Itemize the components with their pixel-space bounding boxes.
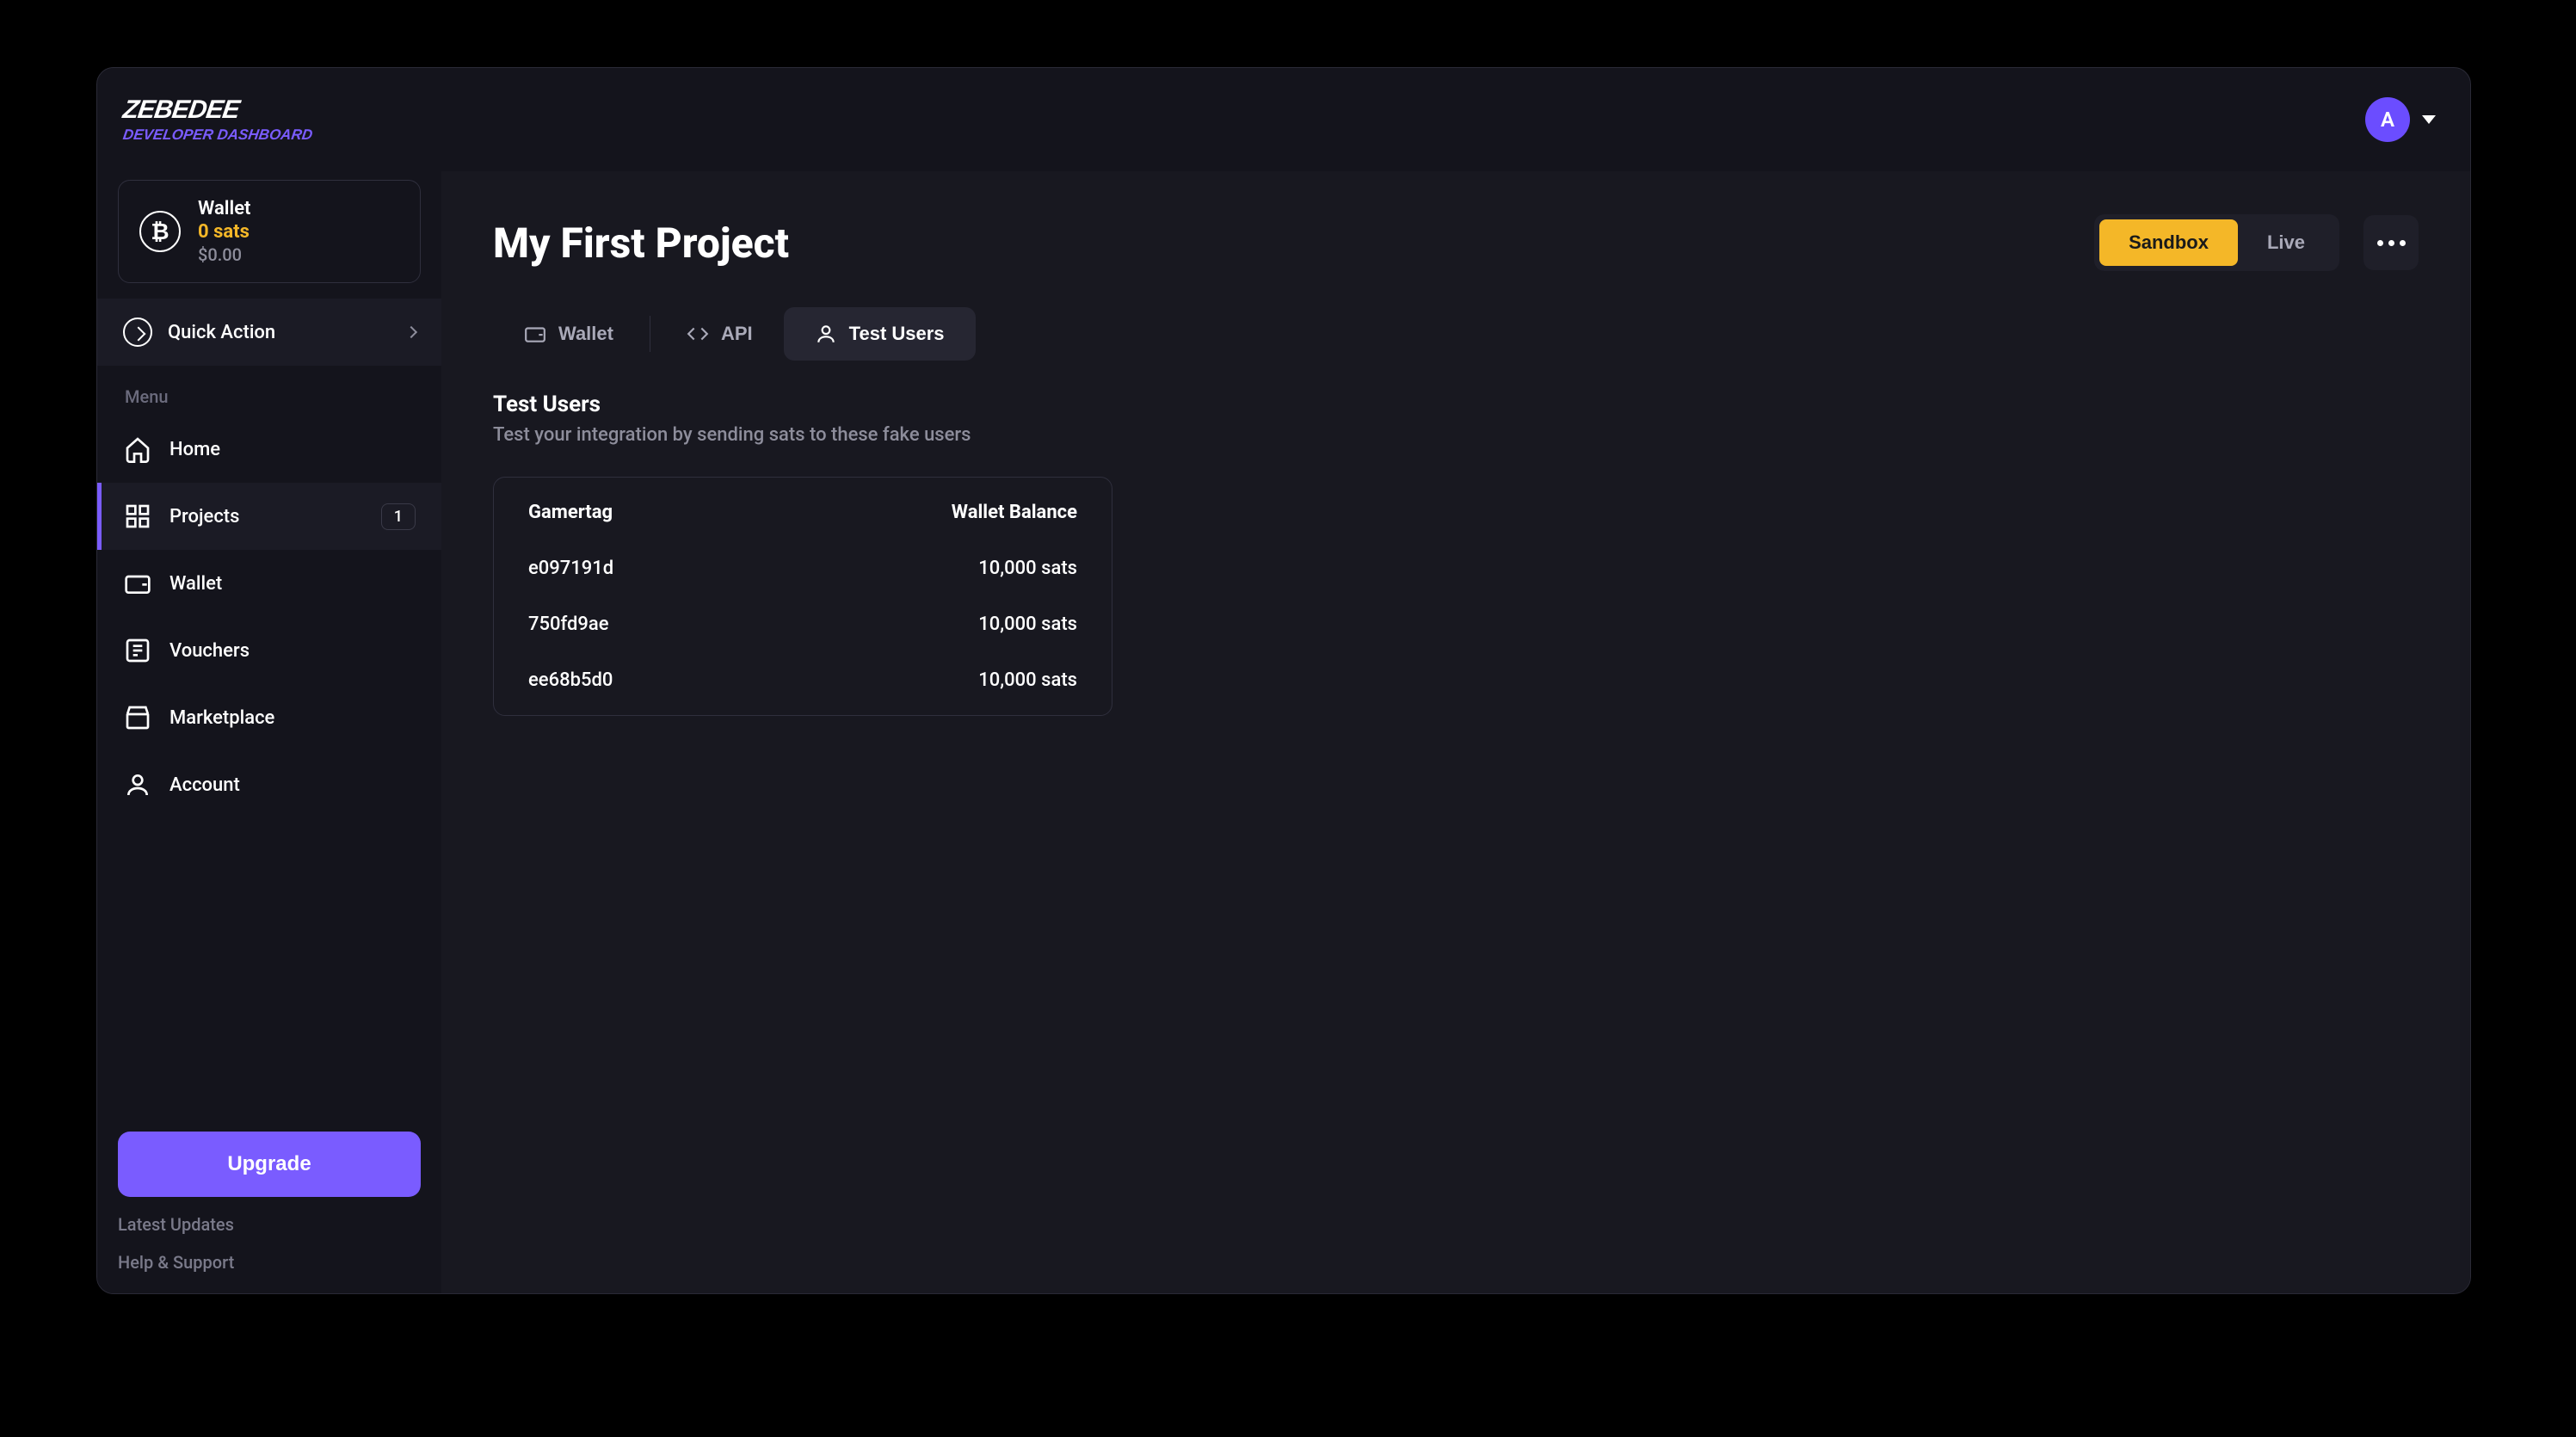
page-title: My First Project bbox=[493, 219, 789, 268]
sandbox-toggle[interactable]: Sandbox bbox=[2099, 219, 2238, 266]
chevron-right-icon bbox=[405, 326, 417, 338]
test-users-table: Gamertag Wallet Balance e097191d 10,000 … bbox=[493, 477, 1112, 716]
voucher-icon bbox=[123, 636, 152, 665]
cell-balance: 10,000 sats bbox=[978, 558, 1077, 579]
wallet-icon bbox=[123, 569, 152, 598]
nav-marketplace[interactable]: Marketplace bbox=[97, 684, 441, 751]
home-icon bbox=[123, 435, 152, 464]
section-subtitle: Test your integration by sending sats to… bbox=[493, 424, 2419, 446]
dots-icon bbox=[2377, 240, 2383, 246]
nav-vouchers[interactable]: Vouchers bbox=[97, 617, 441, 684]
user-icon bbox=[123, 770, 152, 799]
tab-wallet[interactable]: Wallet bbox=[493, 307, 644, 361]
nav-label: Account bbox=[169, 774, 240, 796]
nav: Home Projects 1 Wallet bbox=[97, 416, 441, 818]
menu-header: Menu bbox=[118, 366, 421, 416]
live-toggle[interactable]: Live bbox=[2238, 219, 2334, 266]
quick-action-label: Quick Action bbox=[168, 322, 391, 343]
wallet-usd: $0.00 bbox=[198, 244, 250, 265]
cell-gamertag: e097191d bbox=[528, 558, 613, 579]
grid-icon bbox=[123, 502, 152, 531]
store-icon bbox=[123, 703, 152, 732]
nav-label: Wallet bbox=[169, 573, 222, 595]
wallet-sats: 0 sats bbox=[198, 221, 250, 243]
nav-wallet[interactable]: Wallet bbox=[97, 550, 441, 617]
tabs: Wallet API Test Users bbox=[493, 307, 2419, 361]
tab-label: API bbox=[721, 323, 753, 345]
more-button[interactable] bbox=[2363, 215, 2419, 270]
tab-label: Test Users bbox=[849, 323, 945, 345]
chevron-down-icon bbox=[2422, 115, 2436, 124]
tab-test-users[interactable]: Test Users bbox=[784, 307, 976, 361]
logo-brand: ZEBEDEE bbox=[121, 96, 315, 125]
help-support-link[interactable]: Help & Support bbox=[118, 1252, 421, 1273]
section-title: Test Users bbox=[493, 392, 2419, 417]
nav-label: Marketplace bbox=[169, 707, 274, 729]
col-gamertag: Gamertag bbox=[528, 502, 613, 523]
upgrade-button[interactable]: Upgrade bbox=[118, 1132, 421, 1197]
cell-gamertag: 750fd9ae bbox=[528, 614, 609, 635]
table-header-row: Gamertag Wallet Balance bbox=[494, 484, 1112, 540]
nav-account[interactable]: Account bbox=[97, 751, 441, 818]
nav-projects[interactable]: Projects 1 bbox=[97, 483, 441, 550]
code-icon bbox=[687, 323, 709, 345]
cell-gamertag: ee68b5d0 bbox=[528, 669, 613, 691]
quick-action-button[interactable]: Quick Action bbox=[97, 299, 441, 366]
wallet-summary-card[interactable]: ₿ Wallet 0 sats $0.00 bbox=[118, 180, 421, 283]
avatar[interactable]: A bbox=[2365, 97, 2410, 142]
table-row: e097191d 10,000 sats bbox=[494, 540, 1112, 596]
main-content: My First Project Sandbox Live bbox=[441, 171, 2470, 1293]
logo-subtitle: DEVELOPER DASHBOARD bbox=[122, 126, 314, 144]
account-menu[interactable]: A bbox=[2365, 97, 2436, 142]
tab-api[interactable]: API bbox=[656, 307, 784, 361]
logo: ZEBEDEE DEVELOPER DASHBOARD bbox=[123, 96, 312, 144]
topbar: ZEBEDEE DEVELOPER DASHBOARD A bbox=[97, 68, 2470, 171]
tab-label: Wallet bbox=[558, 323, 613, 345]
latest-updates-link[interactable]: Latest Updates bbox=[118, 1214, 421, 1235]
cell-balance: 10,000 sats bbox=[978, 614, 1077, 635]
user-icon bbox=[815, 323, 837, 345]
cell-balance: 10,000 sats bbox=[978, 669, 1077, 691]
table-row: 750fd9ae 10,000 sats bbox=[494, 596, 1112, 652]
environment-toggle: Sandbox Live bbox=[2094, 214, 2339, 271]
wallet-label: Wallet bbox=[198, 198, 250, 219]
nav-label: Home bbox=[169, 439, 220, 460]
wallet-icon bbox=[524, 323, 546, 345]
col-balance: Wallet Balance bbox=[952, 502, 1077, 523]
app-window: ZEBEDEE DEVELOPER DASHBOARD A ₿ Wallet 0… bbox=[96, 67, 2471, 1294]
quick-action-icon bbox=[123, 318, 152, 347]
nav-label: Projects bbox=[169, 506, 239, 527]
nav-label: Vouchers bbox=[169, 640, 250, 662]
bitcoin-icon: ₿ bbox=[139, 211, 181, 252]
sidebar: ₿ Wallet 0 sats $0.00 Quick Action Menu bbox=[97, 171, 441, 1293]
nav-home[interactable]: Home bbox=[97, 416, 441, 483]
table-row: ee68b5d0 10,000 sats bbox=[494, 652, 1112, 708]
projects-count-badge: 1 bbox=[381, 503, 416, 530]
